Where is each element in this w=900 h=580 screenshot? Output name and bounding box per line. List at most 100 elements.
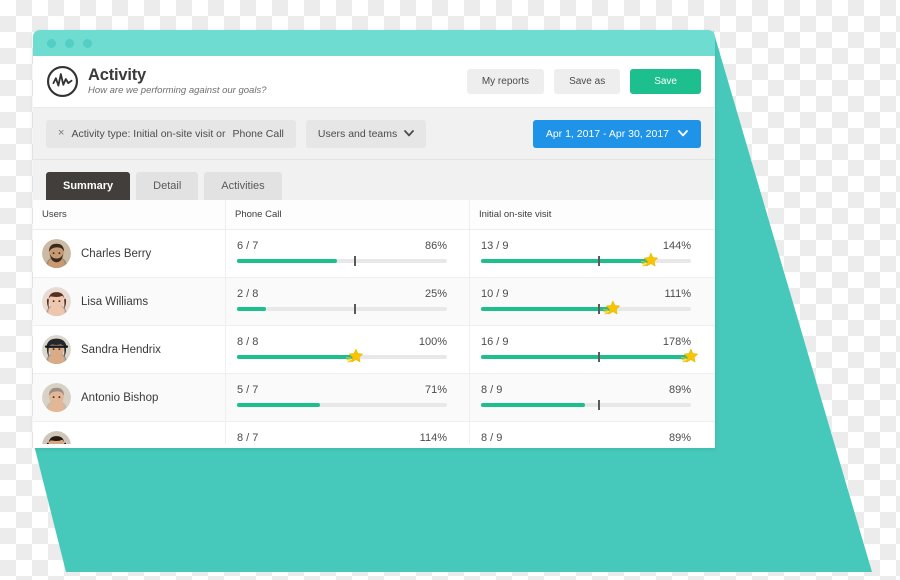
brand-block: Activity How are we performing against o… bbox=[46, 65, 467, 98]
summary-table: Users Phone Call Initial on-site visit C… bbox=[33, 200, 715, 444]
metric-cell-phone-call[interactable]: 5 / 7 71% bbox=[225, 374, 469, 421]
metric-summary: 8 / 9 89% bbox=[481, 432, 691, 444]
metric-percent: 100% bbox=[418, 336, 447, 348]
window-close-dot[interactable] bbox=[47, 38, 56, 48]
tab-detail[interactable]: Detail bbox=[136, 172, 199, 200]
my-reports-button[interactable]: My reports bbox=[466, 69, 545, 94]
progress-track bbox=[237, 403, 447, 407]
goal-marker-icon bbox=[597, 400, 600, 410]
activity-type-filter-value: Phone Call bbox=[232, 127, 284, 140]
table-row[interactable]: Charles Berry 6 / 7 86% 13 / 9 144% bbox=[33, 230, 715, 278]
avatar-sandra-hendrix bbox=[42, 335, 71, 364]
metric-cell-phone-call[interactable]: 6 / 7 86% bbox=[225, 230, 469, 277]
window-minimize-dot[interactable] bbox=[65, 38, 74, 48]
metric-ratio: 8 / 8 bbox=[237, 336, 259, 348]
activity-pulse-logo-icon bbox=[46, 65, 79, 98]
filter-bar: × Activity type: Initial on-site visit o… bbox=[33, 108, 715, 160]
metric-ratio: 2 / 8 bbox=[237, 288, 259, 300]
metric-ratio: 5 / 7 bbox=[237, 384, 259, 396]
avatar-charles-berry bbox=[42, 239, 71, 268]
date-range-picker[interactable]: Apr 1, 2017 - Apr 30, 2017 bbox=[532, 119, 701, 148]
avatar-antonio-bishop bbox=[42, 383, 71, 412]
metric-summary: 2 / 8 25% bbox=[237, 288, 447, 300]
progress-track bbox=[237, 348, 447, 363]
avatar-partial-row bbox=[42, 431, 71, 444]
user-name: Sandra Hendrix bbox=[81, 343, 161, 356]
metric-summary: 5 / 7 71% bbox=[237, 384, 447, 396]
user-cell[interactable]: Antonio Bishop bbox=[33, 374, 225, 421]
remove-filter-icon[interactable]: × bbox=[58, 128, 64, 139]
metric-summary: 13 / 9 144% bbox=[481, 240, 691, 252]
metric-cell-phone-call[interactable]: 2 / 8 25% bbox=[225, 278, 469, 325]
achievement-star-icon bbox=[362, 443, 379, 444]
metric-cell-initial-onsite-visit[interactable]: 13 / 9 144% bbox=[469, 230, 713, 277]
user-cell[interactable]: Charles Berry bbox=[33, 230, 225, 277]
user-name: Charles Berry bbox=[81, 247, 152, 260]
table-row[interactable]: Antonio Bishop 5 / 7 71% 8 / 9 89% bbox=[33, 374, 715, 422]
metric-cell-initial-onsite-visit[interactable]: 16 / 9 178% bbox=[469, 326, 713, 373]
metric-percent: 86% bbox=[424, 240, 447, 252]
activity-type-filter-chip[interactable]: × Activity type: Initial on-site visit o… bbox=[46, 119, 296, 148]
page-subtitle: How are we performing against our goals? bbox=[88, 84, 267, 96]
app-window: Activity How are we performing against o… bbox=[33, 30, 715, 448]
metric-ratio: 8 / 9 bbox=[481, 384, 503, 396]
metric-cell-phone-call[interactable]: 8 / 7 114% bbox=[225, 422, 469, 444]
user-cell[interactable]: Lisa Williams bbox=[33, 278, 225, 325]
user-cell[interactable]: Sandra Hendrix bbox=[33, 326, 225, 373]
progress-fill bbox=[237, 259, 338, 263]
achievement-star-icon bbox=[602, 299, 620, 316]
user-name: Antonio Bishop bbox=[81, 391, 159, 404]
users-and-teams-label: Users and teams bbox=[317, 127, 398, 140]
table-header-row: Users Phone Call Initial on-site visit bbox=[33, 200, 715, 230]
tab-strip: Summary Detail Activities bbox=[33, 160, 715, 200]
progress-track bbox=[237, 304, 447, 314]
progress-fill bbox=[237, 355, 354, 359]
user-cell[interactable] bbox=[33, 422, 225, 444]
header-actions: My reports Save as Save bbox=[466, 69, 701, 94]
achievement-star-icon bbox=[680, 347, 698, 364]
users-and-teams-filter-chip[interactable]: Users and teams bbox=[305, 119, 427, 148]
column-header-initial-onsite-visit: Initial on-site visit bbox=[469, 200, 713, 229]
table-row-partial[interactable]: 8 / 7 114% 8 / 9 89% bbox=[33, 422, 715, 444]
metric-ratio: 8 / 9 bbox=[481, 432, 503, 444]
achievement-star-icon bbox=[345, 347, 363, 364]
metric-percent: 89% bbox=[668, 384, 691, 396]
progress-fill bbox=[237, 307, 267, 311]
metric-percent: 114% bbox=[419, 432, 447, 444]
metric-ratio: 16 / 9 bbox=[481, 336, 509, 348]
activity-type-filter-label: Activity type: Initial on-site visit or bbox=[71, 127, 226, 140]
date-range-label: Apr 1, 2017 - Apr 30, 2017 bbox=[545, 127, 669, 140]
goal-marker-icon bbox=[597, 256, 600, 266]
metric-percent: 71% bbox=[424, 384, 447, 396]
page-title: Activity bbox=[88, 66, 147, 85]
metric-cell-initial-onsite-visit[interactable]: 10 / 9 111% bbox=[469, 278, 713, 325]
tab-activities[interactable]: Activities bbox=[204, 172, 282, 200]
progress-track bbox=[481, 348, 698, 363]
avatar-lisa-williams bbox=[42, 287, 71, 316]
table-row[interactable]: Sandra Hendrix 8 / 8 100% 16 / 9 178% bbox=[33, 326, 715, 374]
metric-ratio: 8 / 7 bbox=[237, 432, 259, 444]
metric-summary: 16 / 9 178% bbox=[481, 336, 691, 348]
save-button[interactable]: Save bbox=[630, 69, 701, 94]
column-header-users: Users bbox=[42, 209, 67, 220]
tab-summary[interactable]: Summary bbox=[46, 172, 131, 200]
chevron-down-icon bbox=[404, 128, 415, 140]
achievement-star-icon bbox=[641, 251, 658, 268]
progress-fill bbox=[481, 259, 649, 263]
metric-cell-initial-onsite-visit[interactable]: 8 / 9 89% bbox=[469, 374, 713, 421]
progress-fill bbox=[481, 403, 585, 407]
metric-percent: 25% bbox=[424, 288, 447, 300]
metric-ratio: 10 / 9 bbox=[481, 288, 509, 300]
save-as-button[interactable]: Save as bbox=[554, 69, 621, 94]
table-row[interactable]: Lisa Williams 2 / 8 25% 10 / 9 111% bbox=[33, 278, 715, 326]
metric-percent: 89% bbox=[668, 432, 691, 444]
table-row[interactable]: 8 / 7 114% 8 / 9 89% bbox=[33, 422, 715, 444]
progress-track bbox=[481, 400, 691, 410]
window-titlebar bbox=[33, 30, 715, 56]
window-maximize-dot[interactable] bbox=[83, 38, 92, 48]
metric-summary: 6 / 7 86% bbox=[237, 240, 447, 252]
user-name: Lisa Williams bbox=[81, 295, 149, 308]
metric-summary: 8 / 8 100% bbox=[237, 336, 447, 348]
metric-cell-phone-call[interactable]: 8 / 8 100% bbox=[225, 326, 469, 373]
metric-cell-initial-onsite-visit[interactable]: 8 / 9 89% bbox=[469, 422, 713, 444]
